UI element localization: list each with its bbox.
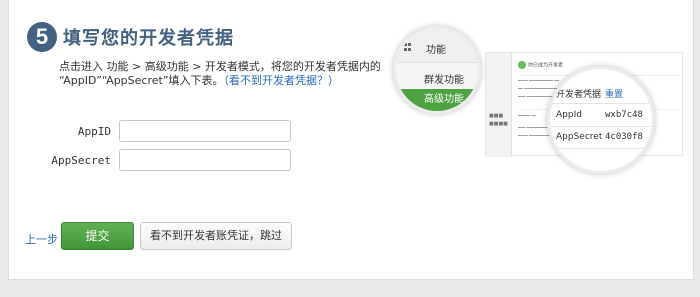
appid-label: AppID bbox=[77, 125, 111, 138]
credentials-appsecret-value: 4c030f8 bbox=[605, 132, 643, 142]
credentials-appid-key: AppId bbox=[556, 110, 582, 120]
credentials-appsecret-key: AppSecret bbox=[556, 132, 603, 142]
description-line-1: 点击进入 功能 > 高级功能 > 开发者模式，将您的开发者凭据内的 bbox=[59, 60, 381, 73]
appsecret-input[interactable] bbox=[119, 149, 291, 171]
step-number-badge: 5 bbox=[27, 22, 57, 52]
previous-step-link[interactable]: 上一步 bbox=[25, 231, 58, 247]
missing-credentials-help-link[interactable]: （看不到开发者凭据？） bbox=[224, 74, 340, 87]
grid-icon bbox=[404, 43, 412, 51]
menu-magnifier-header: 功能 bbox=[396, 29, 478, 63]
description-line-2: “AppID”“AppSecret”填入下表。 bbox=[59, 74, 224, 87]
illustration-sidebar-item: ■■■■ bbox=[489, 121, 508, 127]
credentials-title: 开发者凭据 重置 bbox=[556, 90, 624, 100]
credentials-divider bbox=[550, 103, 652, 104]
credentials-divider bbox=[550, 148, 652, 149]
menu-item-advanced: 高级功能 bbox=[396, 89, 478, 111]
illustration-success-row: 你已成为开发者 bbox=[518, 61, 563, 69]
menu-header-label: 功能 bbox=[426, 45, 446, 56]
illustration-placeholder-text: ━━━━ ━━━━━━━━━━ ━━ bbox=[518, 78, 560, 83]
menu-item-broadcast: 群发功能 bbox=[424, 75, 464, 86]
skip-button[interactable]: 看不到开发者账凭证，跳过 bbox=[140, 222, 292, 250]
appid-input[interactable] bbox=[119, 120, 291, 142]
success-check-icon bbox=[518, 61, 526, 69]
submit-button[interactable]: 提交 bbox=[61, 222, 134, 250]
credentials-divider bbox=[550, 126, 652, 127]
menu-magnifier: 功能 群发功能 高级功能 bbox=[393, 26, 481, 114]
illustration-sidebar-item: ■■■ bbox=[489, 113, 504, 119]
reset-label: 重置 bbox=[605, 90, 624, 100]
step-description: 点击进入 功能 > 高级功能 > 开发者模式，将您的开发者凭据内的 “AppID… bbox=[59, 60, 389, 88]
step-panel: 5 填写您的开发者凭据 点击进入 功能 > 高级功能 > 开发者模式，将您的开发… bbox=[8, 0, 694, 280]
illustration-placeholder-text: ━━ ━━━━━━━━━━━━━━━ bbox=[518, 86, 561, 91]
credentials-appid-value: wxb7c48 bbox=[605, 110, 643, 120]
illustration-placeholder-text: ━━━━━ ━━ bbox=[518, 113, 537, 118]
step-title: 填写您的开发者凭据 bbox=[63, 28, 234, 49]
appsecret-label: AppSecret bbox=[51, 154, 111, 167]
illustration-sidebar: ■■■ ■■■■ bbox=[486, 53, 512, 157]
credentials-magnifier: 开发者凭据 重置 AppId wxb7c48 AppSecret 4c030f8 bbox=[547, 66, 655, 174]
